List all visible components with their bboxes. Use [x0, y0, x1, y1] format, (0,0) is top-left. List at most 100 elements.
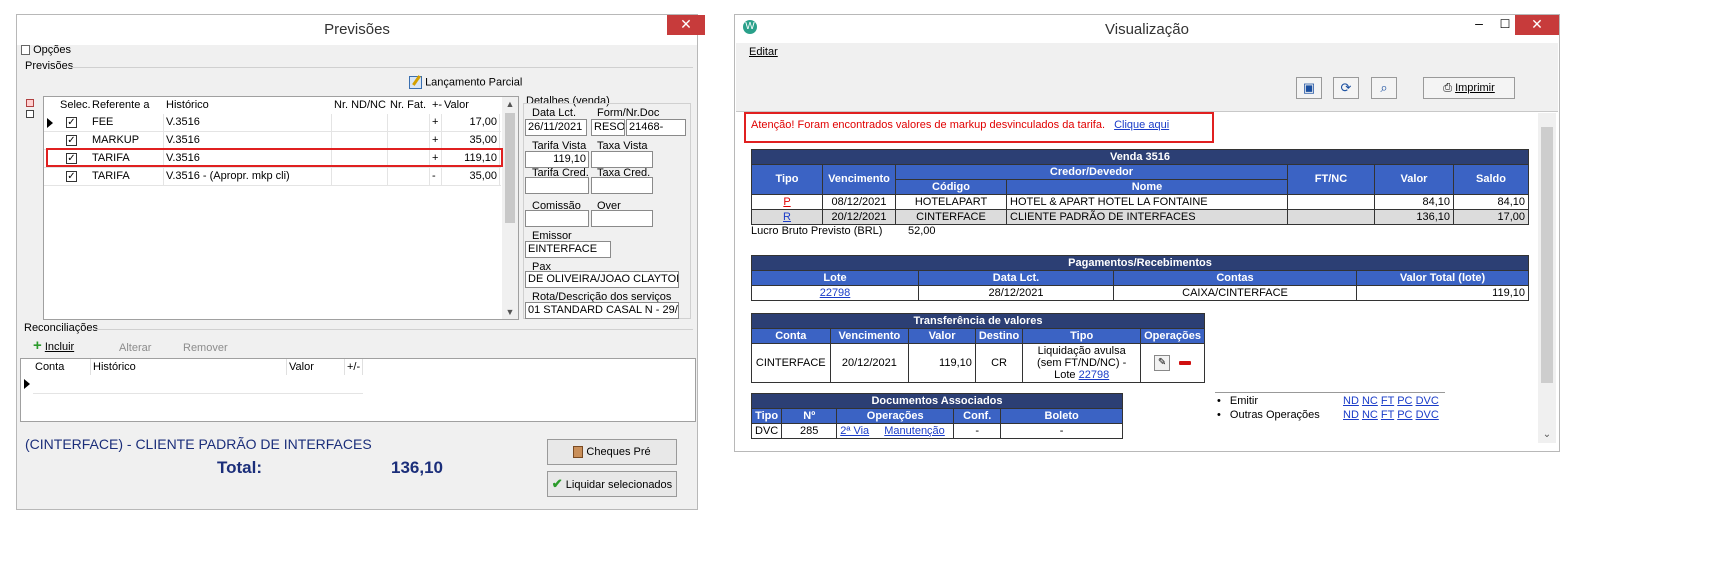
- scroll-down-icon[interactable]: ⌄: [1538, 429, 1556, 443]
- lancamento-parcial-button[interactable]: Lançamento Parcial: [409, 75, 522, 92]
- menu-opcoes[interactable]: Opções: [21, 44, 71, 58]
- col-sign[interactable]: +-: [430, 97, 442, 113]
- client-name: (CINTERFACE) - CLIENTE PADRÃO DE INTERFA…: [25, 436, 372, 452]
- manutencao-link[interactable]: Manutenção: [884, 425, 945, 437]
- incluir-button[interactable]: + Incluir: [33, 338, 74, 353]
- zoom-button[interactable]: ⌕: [1371, 77, 1397, 99]
- lucro-label: Lucro Bruto Previsto (BRL): [751, 225, 883, 237]
- emissor-field[interactable]: EINTERFACE: [525, 241, 611, 258]
- cell-ndnc: [332, 132, 388, 149]
- nrdoc-field[interactable]: 21468-: [626, 119, 686, 136]
- col-valor[interactable]: Valor: [442, 97, 502, 113]
- cell-valor: 119,10: [1356, 285, 1529, 301]
- row-checkbox[interactable]: ✓: [66, 171, 77, 182]
- cell-valor: 17,00: [442, 114, 500, 131]
- outras-dvc-link[interactable]: DVC: [1416, 409, 1439, 421]
- reconciliacoes-grid: Conta Histórico Valor +/-: [20, 358, 696, 422]
- report-scrollbar[interactable]: ⌄: [1538, 113, 1556, 443]
- emitir-nd-link[interactable]: ND: [1343, 395, 1359, 407]
- cell-operacoes: ✎: [1140, 343, 1205, 383]
- cell-data: 28/12/2021: [918, 285, 1114, 301]
- transferencia-title: Transferência de valores: [751, 313, 1205, 329]
- cell-nrfat: [388, 168, 430, 185]
- emitir-ft-link[interactable]: FT: [1381, 395, 1394, 407]
- scroll-thumb[interactable]: [1541, 127, 1553, 383]
- alterar-button[interactable]: Alterar: [119, 342, 151, 354]
- select-all-icon[interactable]: [26, 99, 34, 107]
- table-row[interactable]: ✓ TARIFA V.3516 - (Apropr. mkp cli) - 35…: [44, 168, 501, 186]
- empty-row[interactable]: [33, 376, 363, 394]
- edit-icon[interactable]: ✎: [1154, 355, 1171, 371]
- segunda-via-link[interactable]: 2ª Via: [840, 425, 869, 437]
- group-previsoes-label: Previsões: [25, 60, 74, 72]
- taxa-vista-field[interactable]: [591, 151, 653, 168]
- comissao-field[interactable]: [525, 210, 589, 227]
- grid-scrollbar[interactable]: ▲ ▼: [502, 97, 518, 319]
- row-checkbox[interactable]: ✓: [66, 117, 77, 128]
- over-field[interactable]: [591, 210, 653, 227]
- lote-link[interactable]: 22798: [820, 287, 851, 299]
- col-sign[interactable]: +/-: [345, 359, 363, 375]
- cell-ndnc: [332, 114, 388, 131]
- table-row[interactable]: ✓ FEE V.3516 + 17,00: [44, 114, 501, 132]
- emitir-dvc-link[interactable]: DVC: [1416, 395, 1439, 407]
- pax-field[interactable]: DE OLIVEIRA/JOAO CLAYTON: [525, 271, 679, 288]
- cheques-pre-button[interactable]: Cheques Pré: [547, 439, 677, 465]
- cell-boleto: -: [1000, 423, 1123, 439]
- rota-field[interactable]: 01 STANDARD CASAL N - 29/11: [525, 302, 679, 319]
- col-valor[interactable]: Valor: [287, 359, 345, 375]
- col-ndnc[interactable]: Nr. ND/NC: [332, 97, 388, 113]
- documentos-title: Documentos Associados: [751, 393, 1123, 409]
- deselect-all-icon[interactable]: [26, 110, 34, 118]
- col-destino: Destino: [974, 328, 1024, 344]
- cell-nome: CLIENTE PADRÃO DE INTERFACES: [1006, 209, 1288, 225]
- lote-link[interactable]: 22798: [1079, 369, 1110, 381]
- liquidar-selecionados-button[interactable]: ✔ Liquidar selecionados: [547, 471, 677, 497]
- menu-editar[interactable]: Editar: [749, 46, 778, 58]
- maximize-button[interactable]: ☐: [1495, 17, 1515, 33]
- col-selec[interactable]: Selec.: [58, 97, 91, 113]
- col-historico[interactable]: Histórico: [164, 97, 332, 113]
- scroll-thumb[interactable]: [505, 113, 515, 223]
- delete-icon[interactable]: [1179, 361, 1192, 365]
- cell-historico: V.3516: [164, 132, 332, 149]
- remover-button[interactable]: Remover: [183, 342, 228, 354]
- row-checkbox[interactable]: ✓: [66, 135, 77, 146]
- scroll-down-icon[interactable]: ▼: [502, 305, 518, 319]
- cell-destino: CR: [974, 343, 1024, 383]
- highlight-box: [46, 148, 503, 167]
- refresh-button[interactable]: ⟳: [1333, 77, 1359, 99]
- tarifa-vista-field[interactable]: 119,10: [525, 151, 589, 168]
- close-button[interactable]: ✕: [1515, 15, 1559, 35]
- emitir-pc-link[interactable]: PC: [1397, 395, 1412, 407]
- save-button[interactable]: ▣: [1296, 77, 1322, 99]
- minimize-button[interactable]: –: [1469, 16, 1489, 33]
- taxa-cred-field[interactable]: [591, 177, 653, 194]
- emitir-nc-link[interactable]: NC: [1362, 395, 1378, 407]
- imprimir-button[interactable]: ⎙ Imprimir: [1423, 77, 1515, 99]
- reconciliacoes-label: Reconciliações: [24, 322, 98, 334]
- table-row: P 08/12/2021 HOTELAPART HOTEL & APART HO…: [751, 194, 1529, 210]
- tipo-link[interactable]: P: [783, 196, 790, 208]
- outras-nc-link[interactable]: NC: [1362, 409, 1378, 421]
- col-referente[interactable]: Referente a: [90, 97, 164, 113]
- col-valor-total: Valor Total (lote): [1356, 270, 1529, 286]
- cell-codigo: CINTERFACE: [895, 209, 1007, 225]
- cell-valor: 84,10: [1374, 194, 1454, 210]
- outras-pc-link[interactable]: PC: [1397, 409, 1412, 421]
- col-nrfat[interactable]: Nr. Fat.: [388, 97, 430, 113]
- tarifa-cred-field[interactable]: [525, 177, 589, 194]
- outras-nd-link[interactable]: ND: [1343, 409, 1359, 421]
- form-field[interactable]: RESO: [591, 119, 625, 136]
- col-historico[interactable]: Histórico: [91, 359, 287, 375]
- col-boleto: Boleto: [1000, 408, 1123, 424]
- data-lct-field[interactable]: 26/11/2021: [525, 119, 587, 136]
- cell-historico: V.3516: [164, 114, 332, 131]
- clique-aqui-link[interactable]: Clique aqui: [1114, 119, 1169, 131]
- col-conta[interactable]: Conta: [33, 359, 91, 375]
- tipo-link[interactable]: R: [783, 211, 791, 223]
- outras-ft-link[interactable]: FT: [1381, 409, 1394, 421]
- transferencia-table: Transferência de valores Conta Venciment…: [751, 313, 1205, 383]
- scroll-up-icon[interactable]: ▲: [502, 97, 518, 111]
- close-button[interactable]: ✕: [667, 15, 705, 35]
